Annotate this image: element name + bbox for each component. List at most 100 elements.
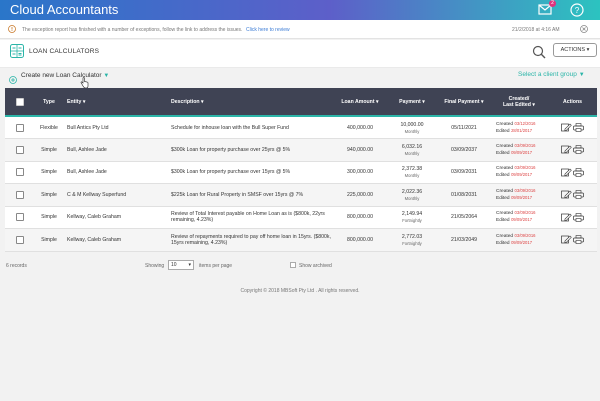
page-header: LOAN CALCULATORS ACTIONS ▾ (0, 40, 600, 68)
payment-cell: 2,149.94 Fortnightly (386, 206, 438, 229)
col-loan-amount-label: Loan Amount (341, 98, 375, 105)
row-checkbox[interactable] (16, 168, 24, 177)
col-description[interactable]: Description ▾ (167, 88, 334, 116)
loan-amount-cell: 225,000.00 (347, 191, 373, 198)
actions-cell (548, 229, 597, 252)
table-row[interactable]: Simple Bull, Ashlee Jade $300k Loan for pr… (5, 161, 597, 184)
col-entity-label: Entity (67, 98, 82, 105)
col-final-payment[interactable]: Final Payment ▾ (438, 88, 490, 116)
description-cell: $300k Loan for property purchase over 15… (171, 169, 291, 176)
row-checkbox[interactable] (16, 190, 24, 199)
edited-prefix: Edited (496, 240, 510, 246)
edited-date: 09/09/2017 (511, 217, 533, 223)
mail-icon[interactable]: 2 (538, 0, 556, 16)
help-icon[interactable]: ? (570, 3, 584, 17)
select-all-cell (5, 88, 35, 116)
loan-amount-cell: 400,000.00 (347, 124, 373, 131)
actions-button[interactable]: ACTIONS ▾ (553, 43, 597, 57)
search-icon[interactable] (532, 45, 546, 59)
actions-cell (548, 139, 597, 162)
created-prefix: Created (496, 188, 514, 194)
row-checkbox[interactable] (16, 123, 24, 132)
loan-table: Type Entity ▾ Description ▾ Loan Amount … (5, 88, 597, 252)
entity-cell: C & M Kellway Superfund (67, 191, 127, 198)
entity-cell: Bull Antics Pty Ltd (67, 124, 109, 131)
edit-icon[interactable] (560, 145, 572, 154)
row-select-cell (5, 206, 35, 229)
actions-cell (548, 184, 597, 207)
col-created[interactable]: Created/Last Edited ▾ (490, 88, 548, 116)
col-type[interactable]: Type (35, 88, 63, 116)
final-payment-cell: 03/09/2031 (451, 169, 477, 176)
row-checkbox[interactable] (16, 235, 24, 244)
entity-cell: Kellway, Caleb Graham (67, 214, 122, 221)
payment-cell: 2,772.03 Fortnightly (386, 229, 438, 252)
client-group-select[interactable]: Select a client group ▼ (518, 71, 585, 78)
edited-date: 09/09/2017 (511, 194, 533, 200)
per-page-select[interactable]: 10 ▾ (168, 260, 194, 270)
col-loan-amount[interactable]: Loan Amount ▾ (334, 88, 386, 116)
table-row[interactable]: Simple Kellway, Caleb Graham Review of rep… (5, 228, 597, 252)
row-select-cell (5, 184, 35, 207)
sort-caret-icon: ▾ (376, 98, 379, 105)
per-page-value: 10 (171, 262, 177, 268)
entity-cell: Bull, Ashlee Jade (67, 146, 107, 153)
print-icon[interactable] (573, 145, 585, 155)
col-description-label: Description (171, 98, 200, 105)
notice-message: The exception report has finished with a… (22, 27, 243, 33)
payment-frequency: Monthly (404, 150, 420, 156)
created-date: 03/09/2016 (514, 232, 536, 238)
table-row[interactable]: Simple C & M Kellway Superfund $225k Loan … (5, 183, 597, 207)
close-icon[interactable] (580, 25, 588, 33)
row-select-cell (5, 116, 35, 139)
created-cell: Created 03/09/2016 Edited 09/09/2017 (490, 229, 548, 252)
entity-cell: Kellway, Caleb Graham (67, 236, 122, 243)
col-last-edited-label: Last Edited (502, 101, 531, 108)
row-checkbox[interactable] (16, 213, 24, 222)
row-checkbox[interactable] (16, 145, 24, 154)
edit-icon[interactable] (560, 123, 572, 132)
top-bar: Cloud Accountants 2 ? (0, 0, 600, 20)
type-cell: Simple (41, 191, 57, 198)
print-icon[interactable] (573, 123, 585, 132)
print-icon[interactable] (573, 190, 585, 200)
print-icon[interactable] (573, 167, 585, 177)
payment-cell: 10,000.00 Monthly (386, 116, 438, 139)
description-cell: Review of repayments required to pay off… (171, 233, 331, 246)
col-entity[interactable]: Entity ▾ (63, 88, 167, 116)
table-header-row: Type Entity ▾ Description ▾ Loan Amount … (5, 88, 597, 116)
sort-caret-icon: ▾ (82, 98, 86, 105)
print-icon[interactable] (573, 235, 585, 245)
create-loan-calculator-button[interactable]: Create new Loan Calculator ▼ (21, 72, 109, 79)
create-label: Create new Loan Calculator (21, 72, 102, 79)
print-icon[interactable] (573, 212, 585, 222)
payment-frequency: Fortnightly (402, 240, 422, 246)
review-link[interactable]: Click here to review (246, 27, 290, 33)
created-date: 03/09/2016 (514, 165, 536, 171)
notice-timestamp: 21/2/2018 at 4:16 AM (512, 27, 560, 33)
created-cell: Created 03/09/2016 Edited 09/09/2017 (490, 206, 548, 229)
table-row[interactable]: Simple Bull, Ashlee Jade $300k Loan for pr… (5, 138, 597, 162)
edit-icon[interactable] (560, 235, 572, 244)
select-all-checkbox[interactable] (16, 97, 24, 106)
loan-amount-cell: 300,000.00 (347, 169, 373, 176)
actions-cell (548, 206, 597, 229)
edit-icon[interactable] (560, 213, 572, 222)
col-payment[interactable]: Payment ▾ (386, 88, 438, 116)
warning-icon (8, 25, 16, 33)
plus-icon[interactable] (9, 71, 17, 84)
sort-caret-icon: ▾ (422, 98, 425, 105)
exception-notice: The exception report has finished with a… (0, 20, 600, 39)
show-archived-checkbox[interactable] (290, 262, 296, 268)
payment-frequency: Monthly (404, 173, 420, 179)
payment-value: 2,022.36 (401, 188, 423, 195)
app-title: Cloud Accountants (10, 2, 119, 17)
created-prefix: Created (496, 121, 514, 127)
table-row[interactable]: Simple Kellway, Caleb Graham Review of Tot… (5, 206, 597, 229)
created-prefix: Created (496, 211, 514, 217)
edited-prefix: Edited (496, 150, 510, 156)
table-row[interactable]: Flexible Bull Antics Pty Ltd Schedule for … (5, 116, 597, 139)
edit-icon[interactable] (560, 190, 572, 199)
edit-icon[interactable] (560, 168, 572, 177)
edited-date: 09/09/2017 (511, 172, 533, 178)
